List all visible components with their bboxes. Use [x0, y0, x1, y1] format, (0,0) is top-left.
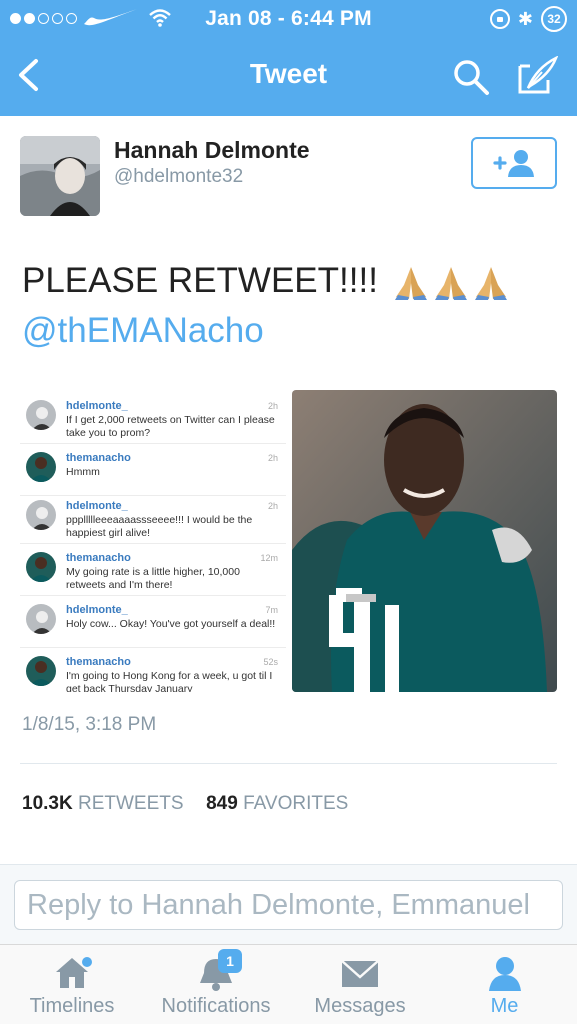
tab-label: Messages — [314, 995, 406, 1017]
embedded-dm-screenshot[interactable]: hdelmonte_ 2h If I get 2,000 retweets on… — [20, 392, 286, 692]
status-right: ✱ 32 — [489, 6, 567, 32]
dm-time: 2h — [267, 401, 278, 411]
tweet-detail-screen: Jan 08 - 6:44 PM ✱ 32 Tweet Hannah Delmo… — [0, 0, 577, 1024]
reply-input[interactable]: Reply to Hannah Delmonte, Emmanuel — [14, 880, 563, 930]
dm-avatar — [26, 552, 56, 582]
home-icon — [52, 955, 92, 991]
dm-avatar — [26, 500, 56, 530]
dm-message: My going rate is a little higher, 10,000… — [66, 566, 240, 591]
person-icon — [485, 955, 525, 991]
dm-message: I'm going to Hong Kong for a week, u got… — [66, 670, 273, 692]
dm-message: Hmmm — [66, 466, 100, 478]
envelope-icon — [340, 955, 380, 991]
follow-button[interactable] — [471, 137, 557, 189]
dm-item: themanacho 2h Hmmm — [20, 444, 286, 496]
praying-hands-emoji — [392, 265, 510, 301]
tab-notifications[interactable]: 1 Notifications — [144, 945, 288, 1024]
tab-label: Me — [490, 995, 519, 1017]
retweets-count: 10.3K — [22, 793, 73, 814]
rotation-lock-icon — [489, 9, 510, 29]
bluetooth-icon: ✱ — [517, 8, 533, 29]
dm-item: hdelmonte_ 2h pppllllleeeaaaassseeee!!! … — [20, 492, 286, 544]
author-name[interactable]: Hannah Delmonte — [114, 137, 310, 164]
dm-avatar — [26, 452, 56, 482]
player-photo[interactable] — [292, 390, 557, 692]
add-user-icon — [493, 150, 534, 177]
compose-icon[interactable] — [516, 56, 558, 96]
author-handle[interactable]: @hdelmonte32 — [114, 166, 243, 188]
dm-item: hdelmonte_ 7m Holy cow... Okay! You've g… — [20, 596, 286, 648]
dm-time: 2h — [267, 501, 278, 511]
dm-item: hdelmonte_ 2h If I get 2,000 retweets on… — [20, 392, 286, 444]
mention-link[interactable]: @thEMANacho — [22, 306, 562, 356]
header: Jan 08 - 6:44 PM ✱ 32 Tweet — [0, 0, 577, 116]
tweet-body: PLEASE RETWEET!!!! — [22, 261, 378, 300]
page-title: Tweet — [249, 58, 328, 89]
dm-time: 52s — [263, 657, 278, 667]
dm-avatar — [26, 656, 56, 686]
tweet-stats[interactable]: 10.3K RETWEETS 849 FAVORITES — [22, 793, 348, 815]
dm-user: hdelmonte_ — [66, 400, 128, 412]
favorites-label: FAVORITES — [243, 793, 349, 814]
dm-time: 2h — [267, 453, 278, 463]
tab-timelines[interactable]: Timelines — [0, 945, 144, 1024]
dm-time: 12m — [260, 553, 278, 563]
tweet-text: PLEASE RETWEET!!!! @thEMANacho — [22, 256, 562, 356]
bell-icon: 1 — [196, 949, 242, 991]
tab-me[interactable]: Me — [432, 945, 577, 1024]
battery-indicator: 32 — [541, 6, 567, 32]
dm-user: hdelmonte_ — [66, 500, 128, 512]
tab-bar: Timelines 1 Notifications Messages Me — [0, 944, 577, 1024]
dm-time: 7m — [265, 605, 278, 615]
tab-label: Timelines — [29, 995, 115, 1017]
dm-item: themanacho 52s I'm going to Hong Kong fo… — [20, 648, 286, 692]
dm-message: Holy cow... Okay! You've got yourself a … — [66, 618, 276, 630]
dm-message: If I get 2,000 retweets on Twitter can I… — [66, 414, 275, 439]
dm-avatar — [26, 604, 56, 634]
dm-message: pppllllleeeaaaassseeee!!! I would be the… — [66, 514, 253, 539]
search-icon[interactable] — [452, 58, 490, 96]
notification-badge: 1 — [218, 949, 242, 973]
author-avatar[interactable] — [20, 136, 100, 216]
dm-user: themanacho — [66, 656, 131, 668]
dm-item: themanacho 12m My going rate is a little… — [20, 544, 286, 596]
dm-avatar — [26, 400, 56, 430]
tab-messages[interactable]: Messages — [288, 945, 432, 1024]
favorites-count: 849 — [206, 793, 238, 814]
divider — [20, 763, 557, 764]
tab-label: Notifications — [161, 995, 271, 1017]
new-content-dot — [82, 957, 92, 967]
dm-user: themanacho — [66, 452, 131, 464]
retweets-label: RETWEETS — [77, 793, 184, 814]
status-bar: Jan 08 - 6:44 PM ✱ 32 — [0, 0, 577, 38]
dm-user: themanacho — [66, 552, 131, 564]
dm-user: hdelmonte_ — [66, 604, 128, 616]
reply-area: Reply to Hannah Delmonte, Emmanuel — [0, 864, 577, 944]
tweet-timestamp: 1/8/15, 3:18 PM — [22, 714, 157, 735]
